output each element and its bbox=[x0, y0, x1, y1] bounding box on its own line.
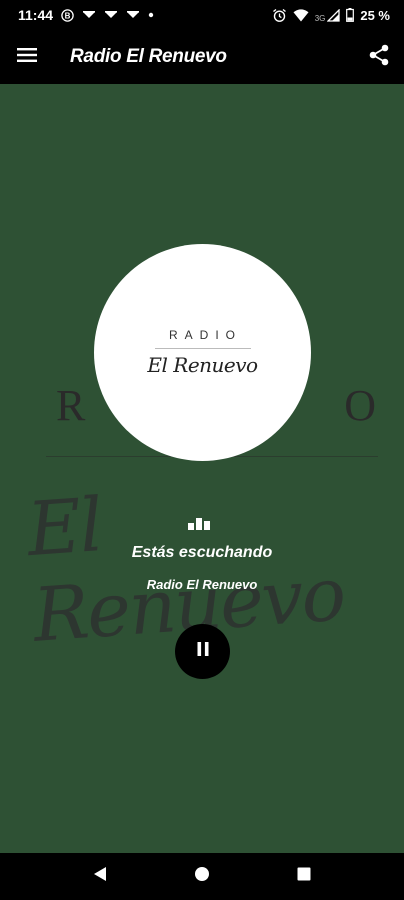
notification-dot-icon bbox=[148, 12, 154, 18]
wifi-icon bbox=[293, 8, 309, 22]
status-time: 11:44 bbox=[18, 7, 54, 23]
network-type-label: 3G bbox=[314, 13, 326, 23]
background-letter: R bbox=[56, 381, 86, 430]
nav-back-button[interactable] bbox=[88, 865, 112, 889]
app-title: Radio El Renuevo bbox=[70, 46, 227, 67]
player-area: R A D I O El Renuevo RADIO El Renuevo Es… bbox=[0, 84, 404, 853]
alarm-icon bbox=[272, 8, 287, 23]
equalizer-icon bbox=[188, 516, 216, 530]
notification-app-icon bbox=[82, 10, 96, 20]
share-button[interactable] bbox=[354, 30, 404, 84]
home-circle-icon bbox=[194, 866, 210, 887]
notification-b-icon: B bbox=[61, 8, 74, 22]
station-name: Radio El Renuevo bbox=[146, 577, 258, 592]
signal-icon bbox=[327, 8, 341, 22]
share-icon bbox=[369, 44, 389, 71]
station-logo: RADIO El Renuevo bbox=[94, 244, 311, 461]
notification-app-icon bbox=[104, 10, 118, 20]
nav-recents-button[interactable] bbox=[292, 865, 316, 889]
app-screen: 11:44 B 3G 25 % Radio El Renuevo R O El … bbox=[0, 0, 404, 900]
logo-rule bbox=[154, 348, 251, 349]
background-letter: O bbox=[344, 381, 376, 430]
now-playing-label: Estás escuchando bbox=[131, 544, 273, 561]
pause-icon bbox=[196, 641, 210, 662]
pause-button[interactable] bbox=[175, 624, 230, 679]
app-toolbar: Radio El Renuevo bbox=[0, 30, 404, 84]
status-bar: 11:44 B 3G 25 % bbox=[0, 0, 404, 30]
back-triangle-icon bbox=[93, 866, 107, 887]
system-nav-bar bbox=[0, 853, 404, 900]
logo-radio-text: RADIO bbox=[168, 328, 242, 342]
svg-text:B: B bbox=[65, 11, 71, 20]
battery-icon bbox=[346, 8, 355, 22]
notification-app-icon bbox=[126, 10, 140, 20]
nav-home-button[interactable] bbox=[190, 865, 214, 889]
recents-square-icon bbox=[297, 867, 311, 886]
background-logo: R A D I O El Renuevo bbox=[0, 84, 404, 853]
menu-button[interactable] bbox=[0, 30, 54, 84]
logo-script-text: El Renuevo bbox=[147, 353, 258, 377]
battery-percent: 25 % bbox=[360, 7, 390, 23]
hamburger-menu-icon bbox=[17, 47, 37, 68]
